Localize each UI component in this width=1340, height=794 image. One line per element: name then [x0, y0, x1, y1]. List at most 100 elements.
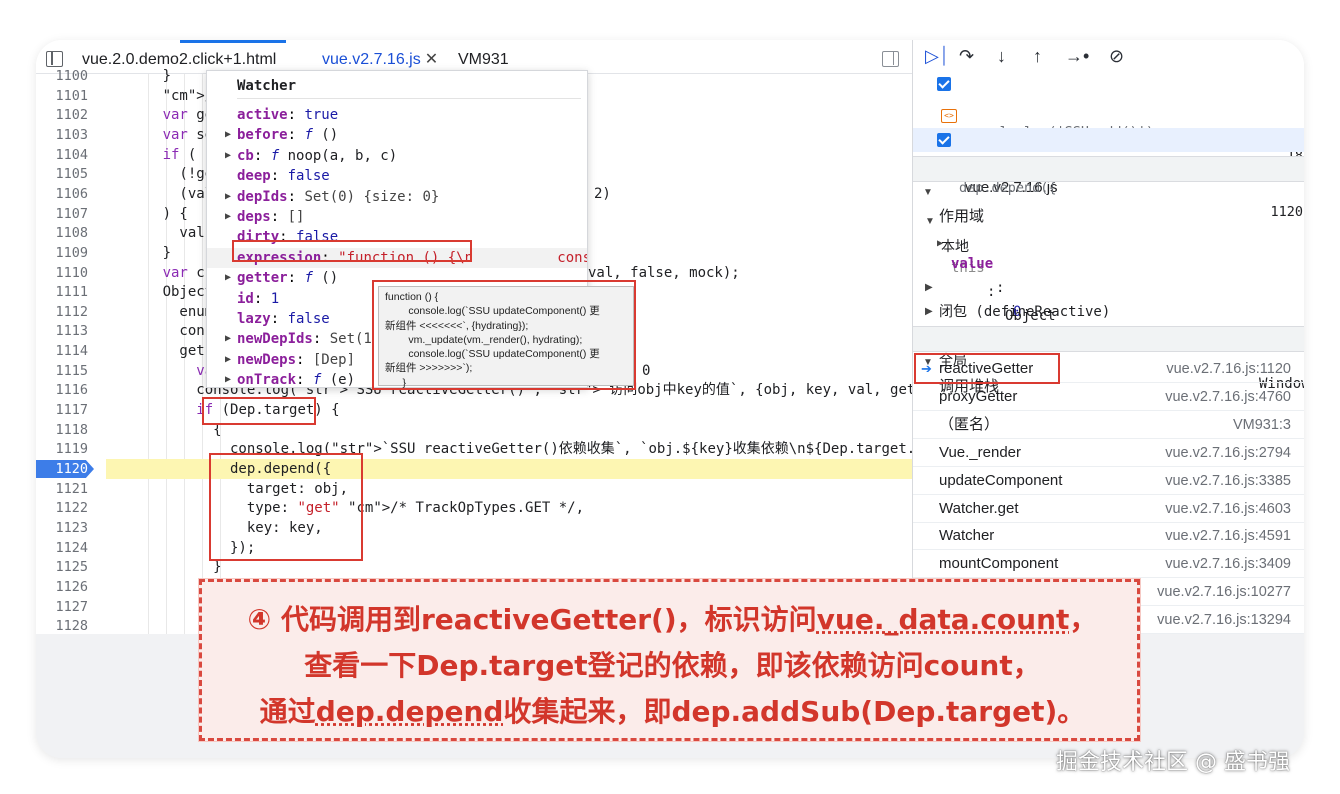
watcher-prop-deps[interactable]: ▶ deps: [] — [225, 207, 304, 227]
breakpoint-marker[interactable]: 1120 — [36, 460, 94, 478]
watcher-prop-newdeps[interactable]: ▶ newDeps: [Dep] — [225, 350, 355, 370]
frame-location[interactable]: vue.v2.7.16.js:4603 — [1165, 495, 1291, 523]
expand-triangle-icon[interactable]: ▶ — [225, 207, 231, 227]
callstack-frame[interactable]: Watcher.get vue.v2.7.16.js:4603 — [913, 495, 1304, 523]
line-number[interactable]: 1106 — [36, 184, 88, 204]
callout-line-2: 查看一下Dep.target登记的依赖，即该依赖访问count， — [304, 649, 1041, 682]
watcher-prop-ontrack[interactable]: ▶ onTrack: f (e) — [225, 370, 355, 387]
callstack-frame[interactable]: Watcher vue.v2.7.16.js:4591 — [913, 522, 1304, 551]
frame-location[interactable]: vue.v2.7.16.js:3409 — [1165, 550, 1291, 578]
line-number[interactable]: 1128 — [36, 616, 88, 634]
watcher-prop-before[interactable]: ▶ before: f () — [225, 125, 338, 145]
line-number[interactable]: 1102 — [36, 105, 88, 125]
watcher-prop-cb[interactable]: ▶ cb: f noop(a, b, c) — [225, 146, 397, 166]
toggle-debugger-icon[interactable] — [882, 51, 899, 67]
step-out-icon[interactable]: ↑ — [1033, 46, 1042, 67]
scope-global-row[interactable]: ▶ 全局 Window — [913, 300, 1304, 392]
line-number[interactable]: 1111 — [36, 282, 88, 302]
line-number[interactable]: 1101 — [36, 86, 88, 106]
watcher-prop-id: id: 1 — [237, 290, 280, 307]
line-number[interactable]: 1104 — [36, 145, 88, 165]
callstack-frame[interactable]: updateComponent vue.v2.7.16.js:3385 — [913, 467, 1304, 495]
line-number[interactable]: 1112 — [36, 302, 88, 322]
resume-icon[interactable]: ▷⏐ — [925, 46, 949, 67]
watcher-prop-deep: deep: false — [237, 168, 330, 185]
line-number[interactable]: 1105 — [36, 164, 88, 184]
line-number[interactable]: 1123 — [36, 518, 88, 538]
expand-triangle-icon[interactable]: ▶ — [225, 370, 231, 387]
expand-triangle-icon[interactable]: ▶ — [225, 187, 231, 207]
line-number[interactable]: 1122 — [36, 498, 88, 518]
line-number[interactable]: 1116 — [36, 380, 88, 400]
line-number[interactable]: 1125 — [36, 557, 88, 577]
step-into-icon[interactable]: ↓ — [997, 46, 1006, 67]
step-icon[interactable]: →• — [1065, 46, 1089, 67]
code-line[interactable]: 1117 if (Dep.target) { — [36, 400, 912, 420]
line-number[interactable]: 1127 — [36, 597, 88, 617]
watcher-prop-newdepids[interactable]: ▶ newDepIds: Set(1 — [225, 329, 372, 349]
expand-triangle-icon[interactable]: ▶ — [225, 329, 231, 349]
line-number[interactable]: 1119 — [36, 439, 88, 459]
code-line[interactable]: 1125 } — [36, 557, 912, 577]
code-text: 2) — [594, 185, 611, 202]
frame-location[interactable]: VM931:3 — [1233, 411, 1291, 439]
step-over-icon[interactable]: ↷ — [959, 46, 974, 67]
code-line[interactable]: 1119 console.log("str">`SSU reactiveGett… — [36, 439, 912, 459]
code-line[interactable]: 1118 { — [36, 420, 912, 440]
line-number[interactable]: 1114 — [36, 341, 88, 361]
callstack-frame[interactable]: （匿名） VM931:3 — [913, 411, 1304, 439]
expand-triangle-icon[interactable]: ▶ — [225, 268, 231, 288]
scope-section-header[interactable]: ▼ 作用域 — [913, 156, 1304, 225]
scope-local-header[interactable]: ▼ 本地 — [913, 186, 1304, 254]
line-number[interactable]: 1103 — [36, 125, 88, 145]
watcher-prop-getter[interactable]: ▶ getter: f () — [225, 268, 338, 288]
line-number[interactable]: 1118 — [36, 420, 88, 440]
frame-location[interactable]: vue.v2.7.16.js:1120 — [1166, 355, 1291, 383]
line-number[interactable]: 1110 — [36, 263, 88, 283]
code-line[interactable]: 1123 key: key, — [36, 518, 912, 538]
checkbox-icon[interactable] — [937, 77, 951, 91]
code-text: } — [112, 68, 172, 84]
line-number[interactable]: 1109 — [36, 243, 88, 263]
line-number[interactable]: 1126 — [36, 577, 88, 597]
scope-closure-row[interactable]: ▶ 闭包 (defineReactive) — [913, 252, 1304, 320]
breakpoint-item[interactable]: console.log('SSU add()'); 18 — [913, 72, 1304, 164]
frame-location[interactable]: vue.v2.7.16.js:2794 — [1165, 439, 1291, 467]
callstack-frame[interactable]: proxyGetter vue.v2.7.16.js:4760 — [913, 383, 1304, 411]
code-line[interactable]: 1120 dep.depend({ — [36, 459, 912, 479]
frame-location[interactable]: vue.v2.7.16.js:13294 — [1157, 606, 1291, 634]
code-line[interactable]: 1124 }); — [36, 538, 912, 558]
expand-triangle-icon[interactable]: ▶ — [225, 125, 231, 145]
breakpoint-item[interactable]: dep.depend({ 1120 — [913, 128, 1304, 220]
line-number[interactable]: 1113 — [36, 321, 88, 341]
code-text: } — [112, 559, 222, 576]
expand-triangle-icon[interactable]: ▶ — [225, 350, 231, 370]
line-number[interactable]: 1124 — [36, 538, 88, 558]
frame-location[interactable]: vue.v2.7.16.js:4760 — [1165, 383, 1291, 411]
callstack-frame[interactable]: mountComponent vue.v2.7.16.js:3409 — [913, 550, 1304, 579]
checkbox-icon[interactable] — [937, 133, 951, 147]
line-number[interactable]: 1115 — [36, 361, 88, 381]
callstack-frame[interactable]: Vue._render vue.v2.7.16.js:2794 — [913, 439, 1304, 467]
watcher-prop-depids[interactable]: ▶ depIds: Set(0) {size: 0} — [225, 187, 439, 207]
watermark: 掘金技术社区 @ 盛书强 — [1056, 750, 1290, 775]
code-line[interactable]: 1122 type: "get" "cm">/* TrackOpTypes.GE… — [36, 498, 912, 518]
frame-location[interactable]: vue.v2.7.16.js:3385 — [1165, 467, 1291, 495]
line-number[interactable]: 1121 — [36, 479, 88, 499]
callstack-section-header[interactable]: ▼ 调用堆栈 — [913, 326, 1304, 395]
line-number[interactable]: 1100 — [36, 66, 88, 86]
toggle-navigator-icon[interactable] — [46, 51, 63, 67]
highlight-box-dep-depend — [209, 453, 363, 561]
frame-name: mountComponent — [939, 555, 1059, 573]
frame-location[interactable]: vue.v2.7.16.js:4591 — [1165, 522, 1291, 550]
breakpoint-file-group[interactable]: ▼ <> vue.v2.7.16.js — [913, 104, 1304, 196]
line-number[interactable]: 1108 — [36, 223, 88, 243]
expand-triangle-icon[interactable]: ▶ — [225, 146, 231, 166]
line-number[interactable]: 1117 — [36, 400, 88, 420]
code-text: get: — [112, 343, 214, 360]
frame-location[interactable]: vue.v2.7.16.js:10277 — [1157, 578, 1291, 606]
deactivate-breakpoints-icon[interactable]: ⊘ — [1109, 46, 1124, 67]
line-number[interactable]: 1107 — [36, 204, 88, 224]
scope-closure-row[interactable]: ▶ 闭包 — [913, 276, 1304, 344]
code-line[interactable]: 1121 target: obj, — [36, 479, 912, 499]
